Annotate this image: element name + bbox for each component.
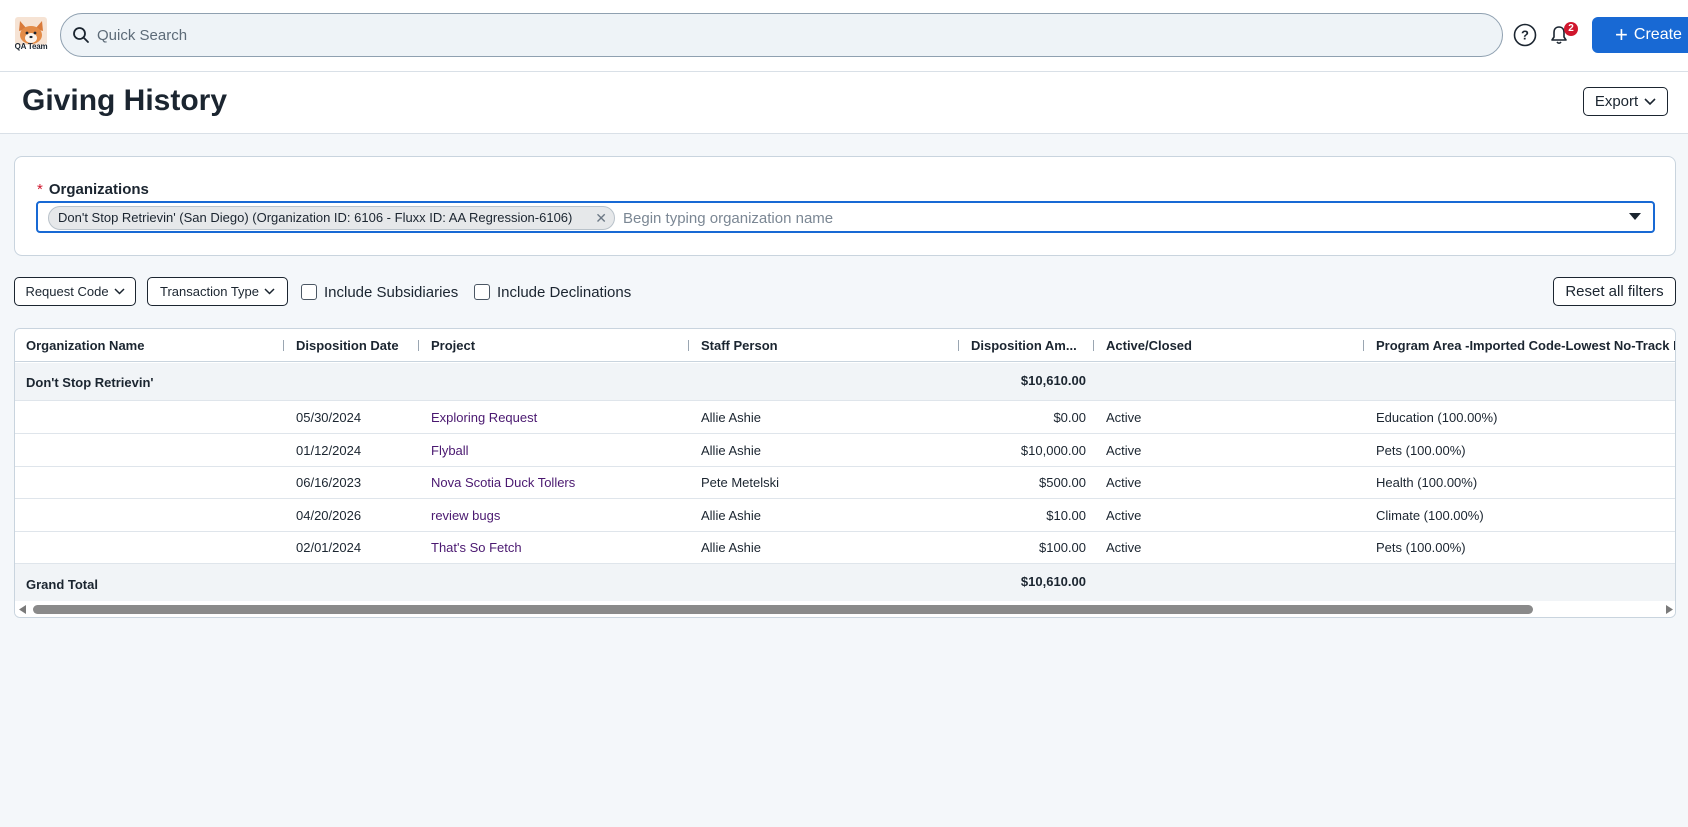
remove-chip-icon[interactable]: ✕ — [595, 207, 607, 229]
required-marker: * — [37, 181, 43, 198]
organizations-select[interactable]: Don't Stop Retrievin' (San Diego) (Organ… — [36, 201, 1655, 233]
organizations-label: * Organizations — [37, 181, 149, 198]
plus-icon: + — [1615, 22, 1628, 47]
column-header-program-area[interactable]: Program Area -Imported Code-Lowest No-Tr… — [1376, 329, 1675, 362]
staff-person: Allie Ashie — [701, 410, 761, 425]
organizations-filter-card: * Organizations Don't Stop Retrievin' (Sa… — [14, 156, 1676, 256]
active-closed-status: Active — [1106, 443, 1142, 458]
organization-search-input[interactable] — [621, 206, 1611, 230]
column-resize-handle[interactable] — [1363, 340, 1364, 351]
scrollbar-thumb[interactable] — [33, 605, 1533, 614]
program-area: Health (100.00%) — [1376, 475, 1478, 490]
column-resize-handle[interactable] — [688, 340, 689, 351]
disposition-amount: $100.00 — [1039, 540, 1086, 555]
team-logo-label: QA Team — [14, 42, 48, 51]
create-button[interactable]: + Create — [1592, 17, 1688, 53]
column-resize-handle[interactable] — [418, 340, 419, 351]
column-header-project[interactable]: Project — [431, 329, 681, 362]
giving-history-grid: Organization Name Disposition Date Proje… — [14, 328, 1676, 618]
scroll-right-icon[interactable] — [1665, 605, 1673, 614]
column-header-organization-name[interactable]: Organization Name — [26, 329, 281, 362]
table-row[interactable]: 05/30/2024 Exploring Request Allie Ashie… — [15, 401, 1675, 434]
project-link[interactable]: review bugs — [431, 508, 500, 523]
page-title: Giving History — [22, 84, 228, 117]
project-link[interactable]: Flyball — [431, 443, 469, 458]
program-area: Pets (100.00%) — [1376, 540, 1466, 555]
caret-down-icon[interactable] — [1629, 213, 1641, 220]
active-closed-status: Active — [1106, 540, 1142, 555]
staff-person: Allie Ashie — [701, 443, 761, 458]
disposition-amount: $10,000.00 — [1020, 443, 1086, 458]
column-header-disposition-amount[interactable]: Disposition Am... — [971, 329, 1091, 362]
chevron-down-icon — [1644, 97, 1656, 105]
staff-person: Allie Ashie — [701, 508, 761, 523]
column-header-staff-person[interactable]: Staff Person — [701, 329, 951, 362]
staff-person: Pete Metelski — [701, 475, 780, 490]
disposition-date: 05/30/2024 — [296, 410, 362, 425]
scroll-left-icon[interactable] — [19, 605, 27, 614]
help-icon[interactable]: ? — [1513, 23, 1537, 47]
include-subsidiaries-checkbox[interactable] — [301, 284, 317, 300]
group-amount: $10,610.00 — [1020, 373, 1086, 388]
grand-total-label: Grand Total — [26, 577, 98, 592]
disposition-date: 02/01/2024 — [296, 540, 362, 555]
quick-search-input[interactable] — [95, 14, 1485, 56]
disposition-amount: $0.00 — [1053, 410, 1086, 425]
column-header-disposition-date[interactable]: Disposition Date — [296, 329, 416, 362]
column-header-active-closed[interactable]: Active/Closed — [1106, 329, 1356, 362]
table-row[interactable]: 04/20/2026 review bugs Allie Ashie $10.0… — [15, 499, 1675, 532]
create-label: Create — [1633, 26, 1682, 43]
column-resize-handle[interactable] — [283, 340, 284, 351]
group-organization-name: Don't Stop Retrievin' — [26, 375, 154, 390]
quick-search[interactable] — [60, 13, 1503, 57]
include-declinations-label: Include Declinations — [497, 283, 632, 301]
top-bar: QA Team ? 2 + Create — [0, 0, 1688, 72]
project-link[interactable]: Exploring Request — [431, 410, 537, 425]
organizations-label-text: Organizations — [48, 181, 149, 198]
column-resize-handle[interactable] — [958, 340, 959, 351]
transaction-type-label: Transaction Type — [160, 284, 259, 299]
search-icon — [73, 27, 89, 43]
program-area: Climate (100.00%) — [1376, 508, 1484, 523]
table-row[interactable]: 06/16/2023 Nova Scotia Duck Tollers Pete… — [15, 467, 1675, 499]
staff-person: Allie Ashie — [701, 540, 761, 555]
page-header: Giving History Export — [0, 72, 1688, 134]
project-link[interactable]: That's So Fetch — [431, 540, 522, 555]
active-closed-status: Active — [1106, 475, 1142, 490]
disposition-date: 06/16/2023 — [296, 475, 362, 490]
export-label: Export — [1594, 93, 1639, 110]
table-row[interactable]: 01/12/2024 Flyball Allie Ashie $10,000.0… — [15, 434, 1675, 467]
program-area: Education (100.00%) — [1376, 410, 1498, 425]
grid-header: Organization Name Disposition Date Proje… — [15, 329, 1675, 362]
chevron-down-icon — [114, 288, 125, 295]
reset-filters-button[interactable]: Reset all filters — [1553, 277, 1676, 306]
include-subsidiaries-label: Include Subsidiaries — [324, 283, 459, 301]
table-row[interactable]: 02/01/2024 That's So Fetch Allie Ashie $… — [15, 532, 1675, 564]
active-closed-status: Active — [1106, 410, 1142, 425]
organization-chip-label: Don't Stop Retrievin' (San Diego) (Organ… — [58, 210, 573, 225]
organization-chip: Don't Stop Retrievin' (San Diego) (Organ… — [48, 206, 615, 230]
column-resize-handle[interactable] — [1093, 340, 1094, 351]
request-code-filter[interactable]: Request Code — [14, 277, 136, 306]
transaction-type-filter[interactable]: Transaction Type — [147, 277, 288, 306]
disposition-date: 01/12/2024 — [296, 443, 362, 458]
request-code-label: Request Code — [25, 284, 109, 299]
active-closed-status: Active — [1106, 508, 1142, 523]
project-link[interactable]: Nova Scotia Duck Tollers — [431, 475, 575, 490]
include-declinations-checkbox[interactable] — [474, 284, 490, 300]
svg-text:?: ? — [1521, 28, 1529, 43]
include-subsidiaries-option[interactable]: Include Subsidiaries — [301, 283, 458, 301]
export-button[interactable]: Export — [1583, 87, 1668, 116]
group-row[interactable]: Don't Stop Retrievin' $10,610.00 — [15, 363, 1675, 401]
disposition-amount: $10.00 — [1046, 508, 1086, 523]
include-declinations-option[interactable]: Include Declinations — [474, 283, 631, 301]
grand-total-row: Grand Total $10,610.00 — [15, 564, 1675, 601]
horizontal-scrollbar[interactable] — [15, 601, 1675, 617]
program-area: Pets (100.00%) — [1376, 443, 1466, 458]
grand-total-amount: $10,610.00 — [1020, 574, 1086, 589]
notification-badge: 2 — [1564, 22, 1578, 36]
disposition-amount: $500.00 — [1039, 475, 1086, 490]
disposition-date: 04/20/2026 — [296, 508, 362, 523]
chevron-down-icon — [264, 288, 275, 295]
